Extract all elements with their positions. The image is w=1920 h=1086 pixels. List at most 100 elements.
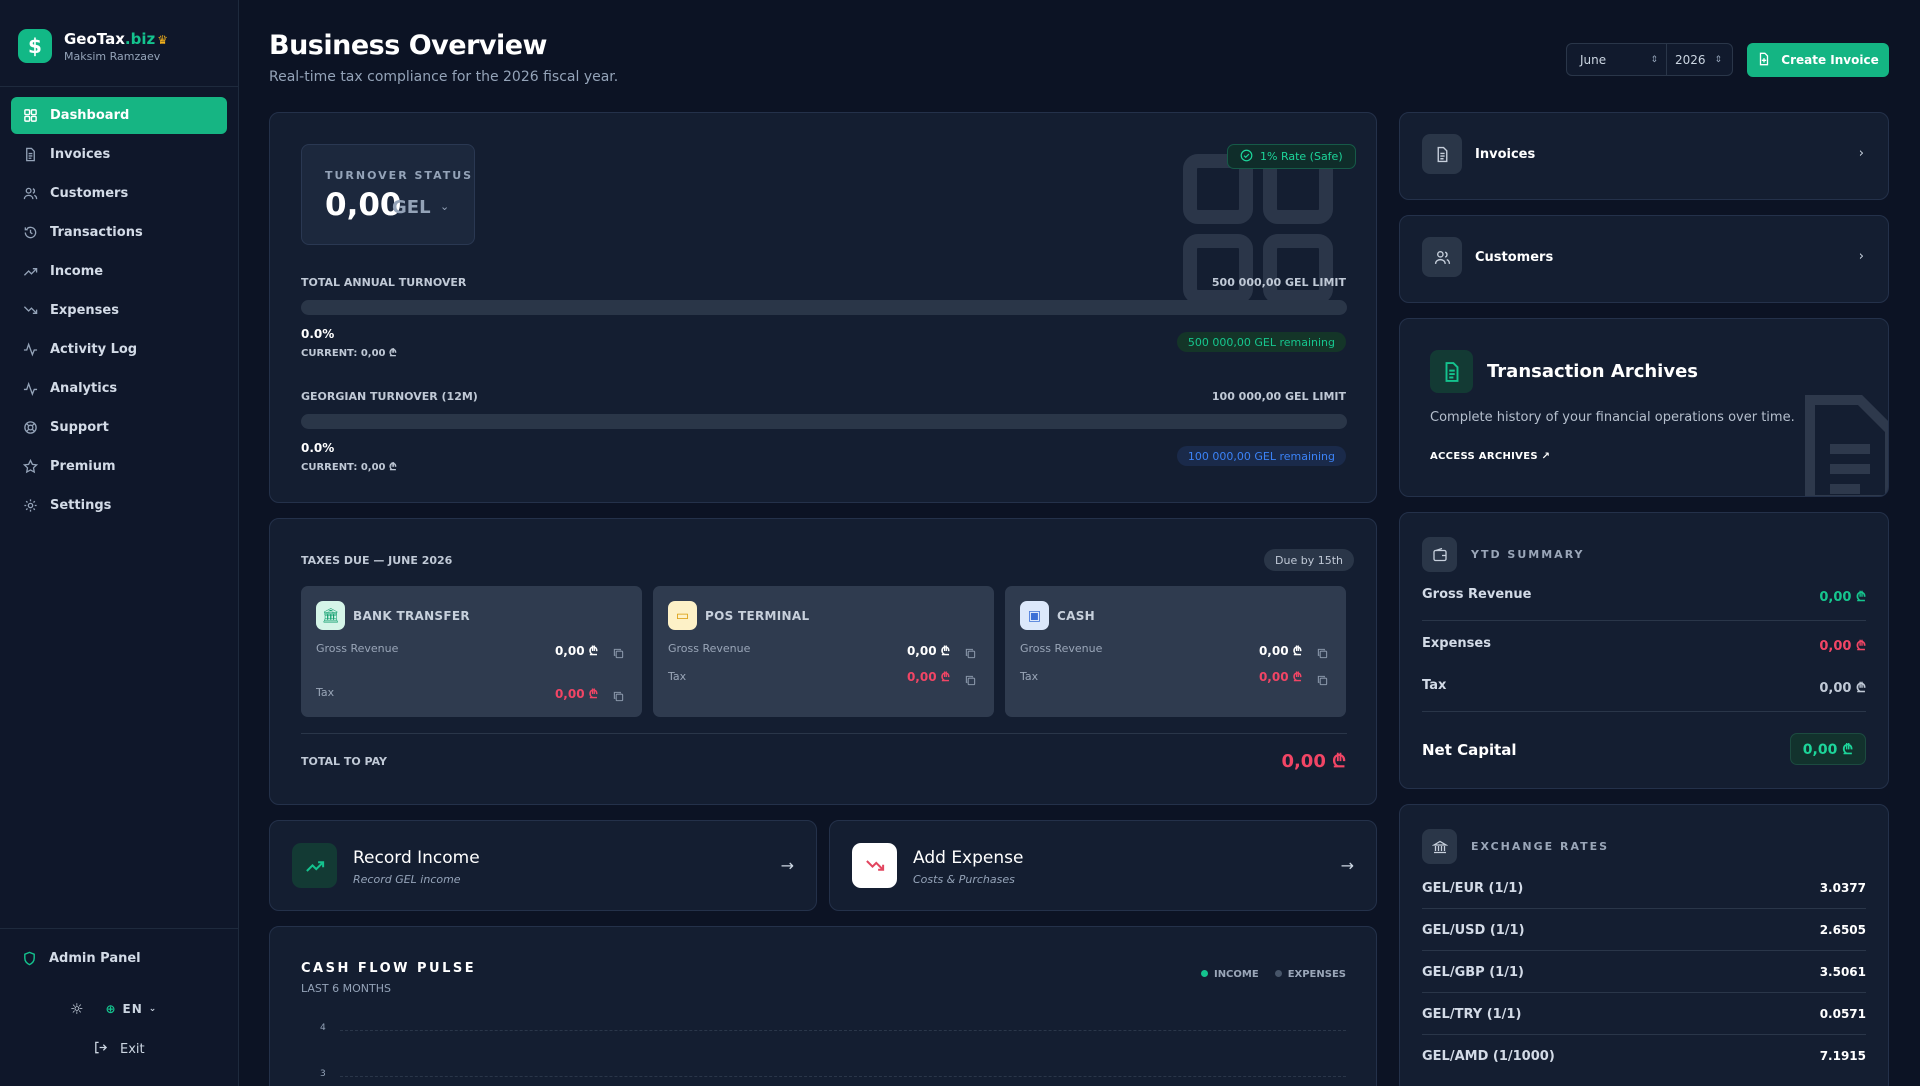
sidebar-item-customers[interactable]: Customers: [11, 175, 227, 212]
record-income-title: Record Income: [353, 848, 480, 868]
invoices-shortcut-label: Invoices: [1475, 147, 1536, 162]
customers-shortcut[interactable]: Customers ›: [1399, 215, 1889, 303]
file-plus-icon: [1757, 52, 1771, 69]
admin-panel-link[interactable]: Admin Panel: [22, 951, 141, 966]
archives-title: Transaction Archives: [1487, 361, 1699, 382]
file-icon: [1422, 134, 1462, 174]
gross-revenue-value: 0,00 ₾: [554, 644, 598, 658]
bank-icon: [1422, 829, 1457, 864]
theme-toggle-sun-icon[interactable]: ☼: [70, 1000, 83, 1018]
chart-legend: INCOME EXPENSES: [1200, 969, 1346, 980]
gross-revenue-value: 0,00 ₾: [906, 644, 950, 658]
access-archives-link[interactable]: ACCESS ARCHIVES ↗: [1430, 451, 1550, 462]
gross-revenue-value: 0,00 ₾: [1258, 644, 1302, 658]
invoices-shortcut[interactable]: Invoices ›: [1399, 112, 1889, 200]
copy-icon[interactable]: [613, 687, 624, 702]
users-icon: [1422, 237, 1462, 277]
gross-revenue-row: Gross Revenue 0,00 ₾: [1422, 587, 1866, 605]
annual-remaining-badge: 500 000,00 GEL remaining: [1176, 332, 1346, 352]
divider: [301, 733, 1347, 734]
net-capital-value: 0,00 ₾: [1789, 733, 1866, 765]
sidebar-item-invoices[interactable]: Invoices: [11, 136, 227, 173]
annual-current: CURRENT: 0,00 ₾: [301, 348, 397, 359]
sidebar-item-premium[interactable]: Premium: [11, 448, 227, 485]
exit-button[interactable]: Exit: [93, 1040, 145, 1059]
annual-limit: 500 000,00 GEL LIMIT: [1211, 276, 1346, 289]
exchange-rates-card: EXCHANGE RATES GEL/EUR (1/1) 3.0377 GEL/U…: [1399, 804, 1889, 1086]
brand[interactable]: $ GeoTax.biz ♛ Maksim Ramzaev: [18, 29, 168, 63]
legend-income[interactable]: INCOME: [1200, 969, 1259, 980]
document-watermark-icon: [1805, 395, 1888, 496]
sidebar-item-label: Customers: [50, 186, 129, 201]
check-circle-icon: [1240, 149, 1253, 165]
copy-icon[interactable]: [613, 644, 624, 659]
total-to-pay-label: TOTAL TO PAY: [301, 755, 388, 768]
rate-row-try: GEL/TRY (1/1) 0.0571: [1422, 1007, 1866, 1022]
updown-icon: ⇕: [1650, 54, 1658, 65]
year-select[interactable]: 2026 ⇕: [1667, 53, 1732, 67]
sidebar-item-support[interactable]: Support: [11, 409, 227, 446]
rate-row-gbp: GEL/GBP (1/1) 3.5061: [1422, 965, 1866, 980]
rate-row-usd: GEL/USD (1/1) 2.6505: [1422, 923, 1866, 938]
rate-badge: 1% Rate (Safe): [1227, 144, 1356, 169]
turnover-value: 0,00: [325, 187, 402, 223]
sidebar-item-label: Dashboard: [50, 108, 130, 123]
copy-icon[interactable]: [965, 671, 976, 686]
sidebar-item-analytics[interactable]: Analytics: [11, 370, 227, 407]
sidebar-item-label: Income: [50, 264, 104, 279]
sidebar-nav: Dashboard Invoices Customers Transaction…: [11, 97, 227, 526]
georgian-remaining-badge: 100 000,00 GEL remaining: [1176, 446, 1346, 466]
create-invoice-button[interactable]: Create Invoice: [1747, 43, 1889, 77]
divider: [0, 928, 238, 929]
trending-up-icon: [292, 843, 337, 888]
sidebar-item-income[interactable]: Income: [11, 253, 227, 290]
users-icon: [23, 186, 38, 201]
add-expense-card[interactable]: Add Expense Costs & Purchases →: [829, 820, 1377, 911]
due-badge: Due by 15th: [1264, 549, 1354, 571]
language-label: EN: [122, 1002, 143, 1016]
bank-icon: 🏛: [316, 601, 345, 630]
annual-turnover-label: TOTAL ANNUAL TURNOVER: [301, 276, 467, 289]
copy-icon[interactable]: [1317, 644, 1328, 659]
total-to-pay-value: 0,00 ₾: [1281, 751, 1346, 772]
activity-icon: [23, 342, 38, 357]
sidebar-item-expenses[interactable]: Expenses: [11, 292, 227, 329]
sidebar-item-dashboard[interactable]: Dashboard: [11, 97, 227, 134]
shield-icon: [22, 951, 37, 966]
record-income-card[interactable]: Record Income Record GEL income →: [269, 820, 817, 911]
globe-icon: ⊕: [105, 1002, 117, 1016]
divider: [1422, 992, 1866, 993]
tax-row: Tax 0,00 ₾: [1422, 678, 1866, 696]
copy-icon[interactable]: [965, 644, 976, 659]
sidebar-item-transactions[interactable]: Transactions: [11, 214, 227, 251]
sidebar-item-label: Premium: [50, 459, 116, 474]
payment-method-name: CASH: [1057, 609, 1095, 623]
legend-expenses[interactable]: EXPENSES: [1274, 969, 1346, 980]
trending-up-icon: [23, 264, 38, 279]
georgian-progress-bar: [301, 414, 1347, 429]
sidebar-item-activity-log[interactable]: Activity Log: [11, 331, 227, 368]
gross-revenue-label: Gross Revenue: [316, 642, 399, 655]
cash-flow-title: CASH FLOW PULSE: [301, 961, 477, 976]
georgian-limit: 100 000,00 GEL LIMIT: [1211, 390, 1346, 403]
annual-percent: 0.0%: [301, 327, 335, 341]
gridline: [340, 1030, 1346, 1031]
sidebar-item-label: Activity Log: [50, 342, 138, 357]
logout-icon: [93, 1040, 108, 1059]
y-tick-label: 3: [320, 1069, 326, 1079]
language-selector[interactable]: ⊕ EN ⌄: [105, 1002, 157, 1016]
cash-icon: ▣: [1020, 601, 1049, 630]
bank-transfer-box: 🏛 BANK TRANSFER Gross Revenue 0,00 ₾ Tax…: [301, 586, 642, 717]
ytd-summary-header: YTD SUMMARY: [1422, 537, 1585, 572]
updown-icon: ⇕: [1714, 54, 1722, 65]
credit-card-icon: ▭: [668, 601, 697, 630]
sidebar-item-label: Invoices: [50, 147, 111, 162]
sidebar-item-settings[interactable]: Settings: [11, 487, 227, 524]
exchange-rates-header: EXCHANGE RATES: [1422, 829, 1609, 864]
sidebar-item-label: Analytics: [50, 381, 118, 396]
month-select[interactable]: June ⇕: [1567, 44, 1667, 75]
copy-icon[interactable]: [1317, 671, 1328, 686]
turnover-status-box[interactable]: TURNOVER STATUS 0,00 GEL ⌄: [301, 144, 475, 245]
tax-value: 0,00 ₾: [1258, 670, 1302, 684]
expenses-row: Expenses 0,00 ₾: [1422, 636, 1866, 654]
